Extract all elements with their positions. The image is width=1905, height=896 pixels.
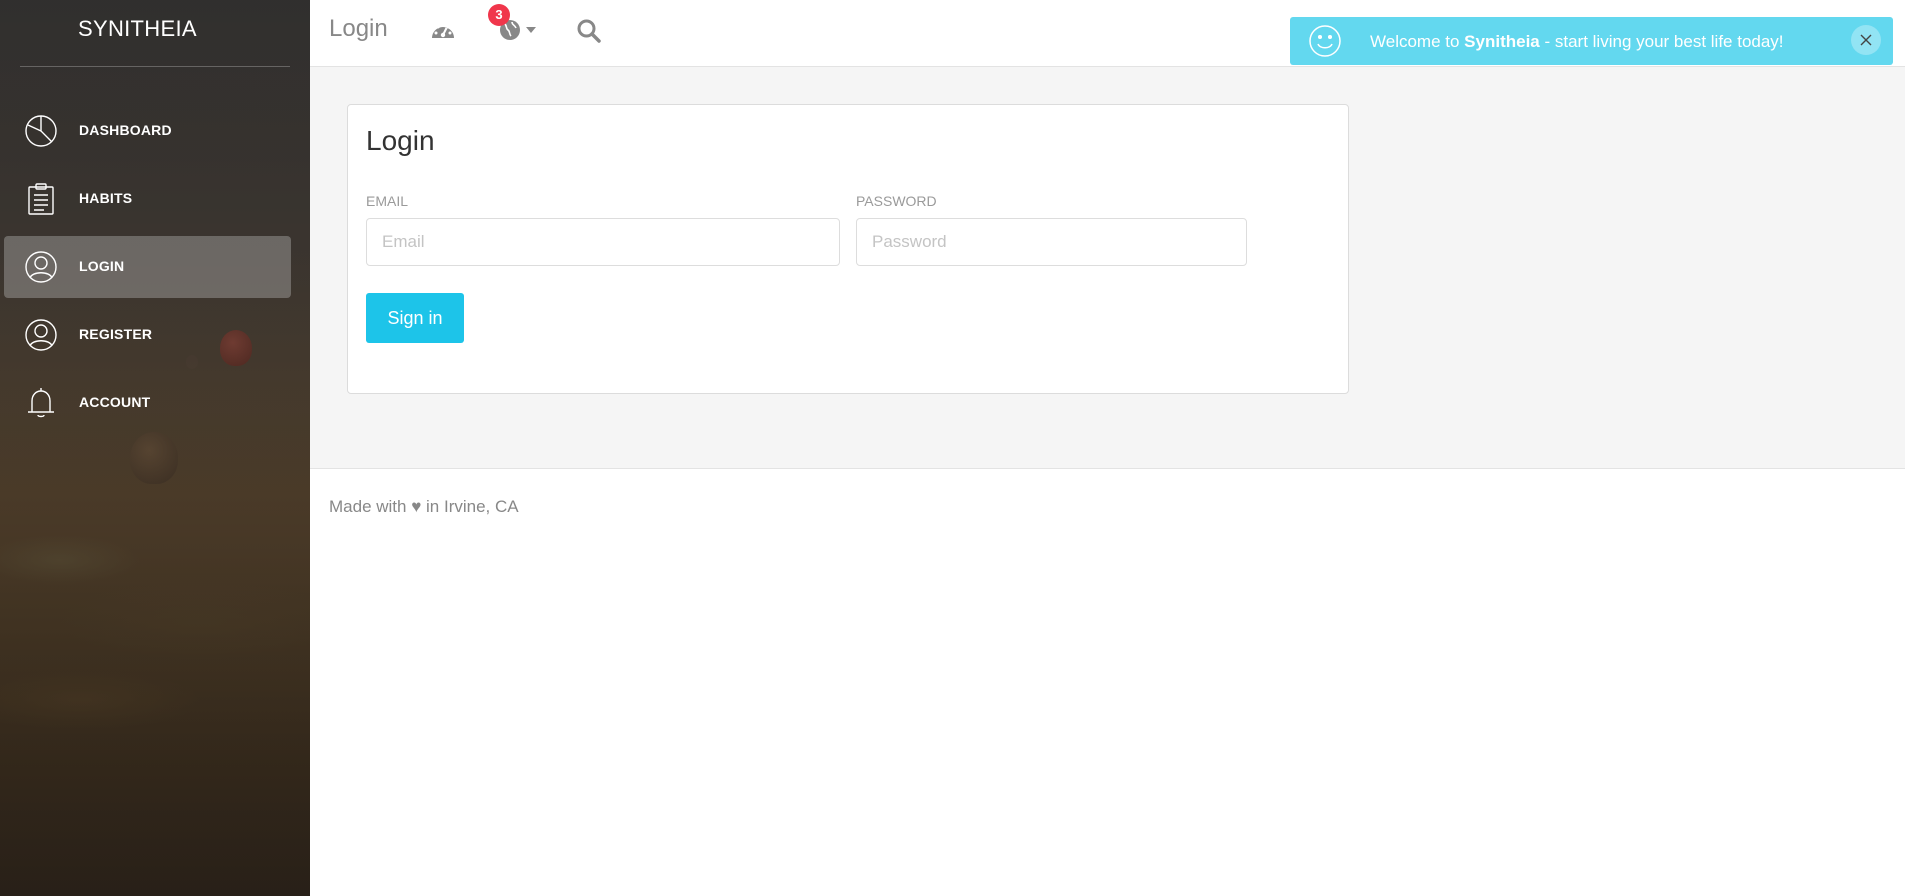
footer-text: Made with ♥ in Irvine, CA [329,497,519,516]
user-icon [25,251,57,283]
sidebar-item-login[interactable]: LOGIN [4,236,291,298]
password-label: PASSWORD [856,193,937,209]
close-notification-button[interactable] [1851,25,1881,55]
pie-chart-icon [25,115,57,147]
email-label: EMAIL [366,193,409,209]
close-icon [1860,34,1872,46]
notification-prefix: Welcome to [1370,32,1465,51]
notification-message: Welcome to Synitheia - start living your… [1370,32,1784,52]
notification-brand: Synitheia [1464,32,1540,51]
clipboard-icon [28,183,54,215]
sidebar-item-register[interactable]: REGISTER [4,304,291,366]
sidebar-item-habits[interactable]: HABITS [4,168,291,230]
sidebar-nav: DASHBOARD HABITS LOGIN REGISTER ACCOUNT [4,100,291,440]
brand-logo[interactable]: SYNITHEIA [20,0,290,67]
sidebar-item-account[interactable]: ACCOUNT [4,372,291,434]
search-icon[interactable] [576,18,602,44]
caret-down-icon [526,27,536,33]
sidebar: SYNITHEIA DASHBOARD HABITS LOGIN REGISTE… [0,0,310,896]
brand-name[interactable]: SYNITHEIA [78,16,197,42]
sidebar-item-label: REGISTER [79,326,153,342]
sign-in-button[interactable]: Sign in [366,293,464,343]
sidebar-item-label: DASHBOARD [79,122,172,138]
sidebar-item-label: HABITS [79,190,133,206]
welcome-notification: Welcome to Synitheia - start living your… [1290,17,1893,65]
page-title: Login [329,15,388,42]
bell-icon [28,388,54,418]
smile-icon [1309,25,1341,57]
dashboard-gauge-icon[interactable] [430,18,456,44]
sidebar-item-dashboard[interactable]: DASHBOARD [4,100,291,162]
notification-count-badge: 3 [488,4,510,26]
card-title: Login [366,125,435,156]
email-field[interactable] [366,218,840,266]
password-field[interactable] [856,218,1247,266]
notification-suffix: - start living your best life today! [1539,32,1784,51]
login-card: Login EMAIL PASSWORD Sign in [347,104,1349,394]
user-icon [25,319,57,351]
sidebar-item-label: LOGIN [79,258,125,274]
sidebar-item-label: ACCOUNT [79,394,151,410]
main-content: Login EMAIL PASSWORD Sign in [310,67,1905,469]
